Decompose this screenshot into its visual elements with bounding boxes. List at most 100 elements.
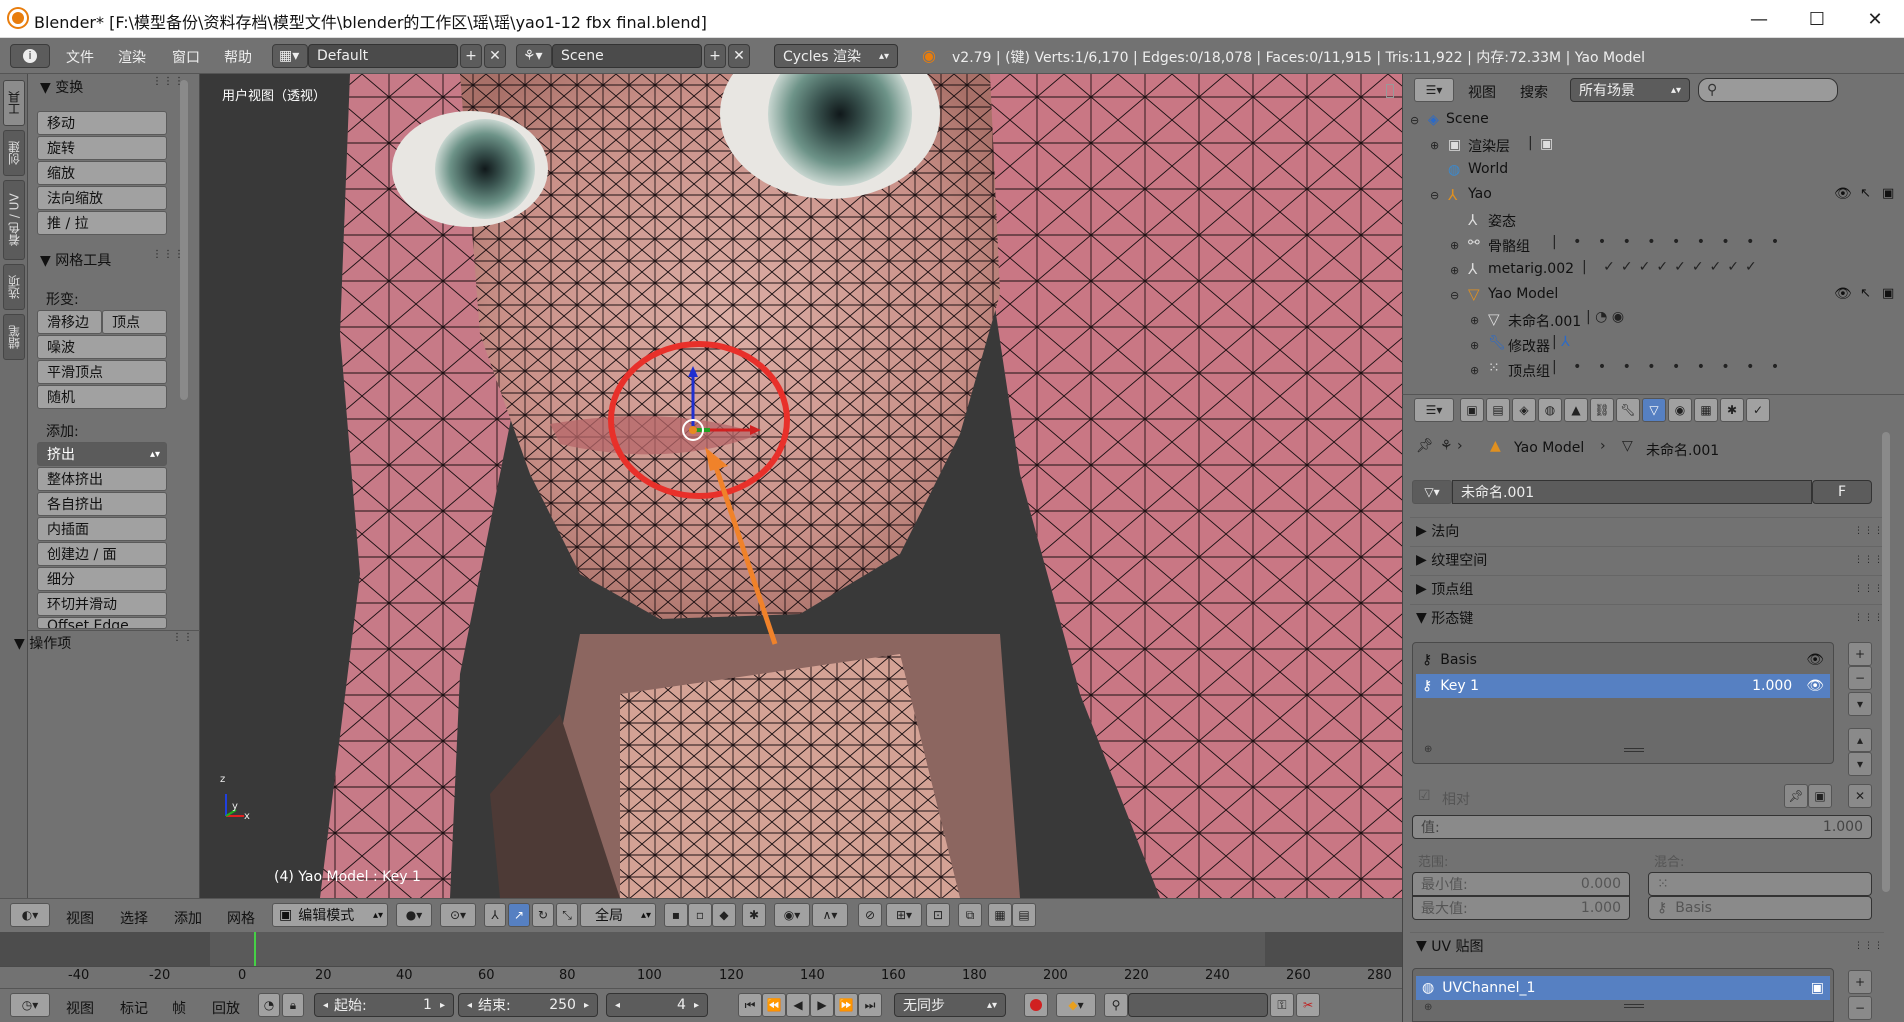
tab-grease-pencil[interactable]: 蜡笔 [3, 314, 25, 360]
keying-icon[interactable]: ⚲ [1104, 993, 1128, 1017]
tab-options[interactable]: 选项 [3, 264, 25, 310]
outliner-menu-search[interactable]: 搜索 [1520, 82, 1548, 102]
constraints-tab-icon[interactable]: ⛓ [1590, 398, 1614, 422]
shape-key-row-active[interactable]: ⚷ Key 1 1.000 👁︎ [1416, 674, 1830, 698]
move-down-button[interactable]: ▾ [1848, 752, 1872, 776]
rotate-manipulator-icon[interactable]: ↻ [532, 903, 554, 927]
slide-edge-button[interactable]: 滑移边 [37, 310, 102, 334]
preview-range-icon[interactable]: ◔ [258, 993, 280, 1017]
render-engine-select[interactable]: Cycles 渲染 ▴▾ [774, 44, 898, 68]
timeline-menu-playback[interactable]: 回放 [212, 998, 240, 1018]
scene-icon[interactable]: ⚘▾ [516, 44, 552, 68]
noise-button[interactable]: 噪波 [37, 335, 167, 359]
snap-element-icon[interactable]: ⊞▾ [886, 903, 922, 927]
render-tab-icon[interactable]: ▣ [1460, 398, 1484, 422]
relative-key-field[interactable]: ⚷ Basis [1648, 896, 1872, 920]
jump-end-icon[interactable]: ⏭ [858, 993, 882, 1017]
tree-item-pose[interactable]: 姿态 [1488, 211, 1516, 231]
inset-faces-button[interactable]: 内插面 [37, 517, 167, 541]
push-pull-button[interactable]: 推 / 拉 [37, 211, 167, 235]
falloff-icon[interactable]: ∧▾ [812, 903, 848, 927]
limit-selection-icon[interactable]: ✱ [742, 903, 766, 927]
mesh-data-tab-icon[interactable]: ▽ [1642, 398, 1666, 422]
jump-start-icon[interactable]: ⏮ [738, 993, 762, 1017]
extrude-dropdown[interactable]: 挤出 ▴▾ [37, 442, 167, 466]
object-tab-icon[interactable]: ▲ [1564, 398, 1588, 422]
face-select-icon[interactable]: ◆ [712, 903, 736, 927]
slider-max-field[interactable]: 最大值: 1.000 [1412, 896, 1630, 920]
manipulator-toggle-icon[interactable]: ⅄ [484, 903, 506, 927]
current-frame-marker[interactable] [254, 932, 256, 966]
panel-normals-header[interactable]: ▶ 法向 ⋮⋮⋮ [1410, 517, 1884, 543]
randomize-button[interactable]: 随机 [37, 385, 167, 409]
remove-shape-key-button[interactable]: − [1848, 666, 1872, 690]
outliner-search-input[interactable]: ⚲ [1698, 78, 1838, 102]
delete-keyframe-icon[interactable]: ✂ [1296, 993, 1320, 1017]
tree-item-yao-model[interactable]: Yao Model [1488, 286, 1558, 302]
timeline-ruler[interactable] [0, 966, 1402, 988]
tab-create[interactable]: 创建 [3, 130, 25, 176]
orientation-select[interactable]: 全局 ▴▾ [580, 903, 656, 927]
shape-value-field[interactable]: 值: 1.000 [1412, 815, 1872, 839]
outliner-editor-icon[interactable]: ☰▾ [1414, 78, 1454, 102]
scale-manipulator-icon[interactable]: ⤡ [556, 903, 578, 927]
menu-select[interactable]: 选择 [120, 908, 148, 928]
pin-icon[interactable]: 📌︎ [1416, 438, 1434, 454]
panel-vertex-groups-header[interactable]: ▶ 顶点组 ⋮⋮⋮ [1410, 575, 1884, 601]
menu-view[interactable]: 视图 [66, 908, 94, 928]
render-animation-icon[interactable]: ▤ [1012, 903, 1036, 927]
current-frame-field[interactable]: ◂ 4 ▸ [606, 993, 708, 1017]
remove-uv-map-button[interactable]: − [1848, 996, 1872, 1020]
shape-key-pin-icon[interactable]: 📌︎ [1784, 784, 1808, 808]
slide-vertex-button[interactable]: 顶点 [102, 310, 167, 334]
scene-tab-icon[interactable]: ◈ [1512, 398, 1536, 422]
physics-tab-icon[interactable]: ✓ [1746, 398, 1770, 422]
move-up-button[interactable]: ▴ [1848, 728, 1872, 752]
extrude-region-button[interactable]: 整体挤出 [37, 467, 167, 491]
shading-select[interactable]: ●▾ [396, 903, 432, 927]
start-frame-field[interactable]: ◂ 起始: 1 ▸ [314, 993, 454, 1017]
editor-type-button[interactable]: i [10, 44, 50, 68]
panel-shape-keys-header[interactable]: ▼ 形态键 ⋮⋮⋮ [1410, 604, 1884, 630]
menu-help[interactable]: 帮助 [224, 47, 252, 67]
add-scene-button[interactable]: + [704, 44, 726, 68]
tree-item-metarig[interactable]: metarig.002 [1488, 261, 1574, 277]
properties-scrollbar[interactable] [1882, 432, 1890, 892]
list-filter-icon[interactable]: ⊕ [1424, 744, 1432, 755]
panel-operator-header[interactable]: ▼ 操作项 [14, 633, 71, 653]
mode-select[interactable]: ▣ 编辑模式 ▴▾ [272, 903, 388, 927]
edit-mode-shape-icon[interactable]: ▣ [1808, 784, 1832, 808]
panel-mesh-tools-header[interactable]: ▼ 网格工具 [40, 250, 111, 270]
list-filter-icon[interactable]: ⊕ [1424, 1002, 1432, 1013]
active-render-camera-icon[interactable]: ▣ [1811, 980, 1824, 996]
clear-weights-icon[interactable]: ✕ [1848, 784, 1872, 808]
panel-uv-maps-header[interactable]: ▼ UV 贴图 ⋮⋮⋮ [1410, 932, 1884, 958]
prev-keyframe-icon[interactable]: ⏪ [762, 993, 786, 1017]
visibility-eye-icon[interactable]: 👁︎ [1806, 678, 1824, 694]
render-camera-icon[interactable]: ▣ [1882, 286, 1894, 301]
menu-window[interactable]: 窗口 [172, 47, 200, 67]
fake-user-button[interactable]: F [1812, 480, 1872, 504]
close-window-button[interactable]: ✕ [1846, 0, 1904, 38]
layout-icon[interactable]: ▦▾ [272, 44, 308, 68]
visibility-eye-icon[interactable]: 👁︎ [1834, 286, 1852, 302]
tree-item-modifiers[interactable]: 修改器 [1508, 336, 1550, 356]
menu-add[interactable]: 添加 [174, 908, 202, 928]
render-camera-icon[interactable]: ▣ [1882, 186, 1894, 201]
shape-key-row[interactable]: ⚷ Basis 👁︎ [1416, 648, 1830, 672]
insert-keyframe-icon[interactable]: ⚿ [1270, 993, 1294, 1017]
slider-min-field[interactable]: 最小值: 0.000 [1412, 872, 1630, 896]
move-button[interactable]: 移动 [37, 111, 167, 135]
tree-item-bone-groups[interactable]: 骨骼组 [1488, 236, 1530, 256]
panel-texture-space-header[interactable]: ▶ 纹理空间 ⋮⋮⋮ [1410, 546, 1884, 572]
remove-layout-button[interactable]: ✕ [484, 44, 506, 68]
maximize-button[interactable]: ☐ [1788, 0, 1846, 38]
remove-scene-button[interactable]: ✕ [728, 44, 750, 68]
material-tab-icon[interactable]: ◉ [1668, 398, 1692, 422]
proportional-edit-icon[interactable]: ◉▾ [774, 903, 810, 927]
vertex-select-icon[interactable]: ▪ [664, 903, 688, 927]
menu-file[interactable]: 文件 [66, 47, 94, 67]
extrude-individual-button[interactable]: 各自挤出 [37, 492, 167, 516]
modifiers-tab-icon[interactable]: 🔧︎ [1616, 398, 1640, 422]
relative-checkbox[interactable]: ☑ [1418, 788, 1431, 804]
